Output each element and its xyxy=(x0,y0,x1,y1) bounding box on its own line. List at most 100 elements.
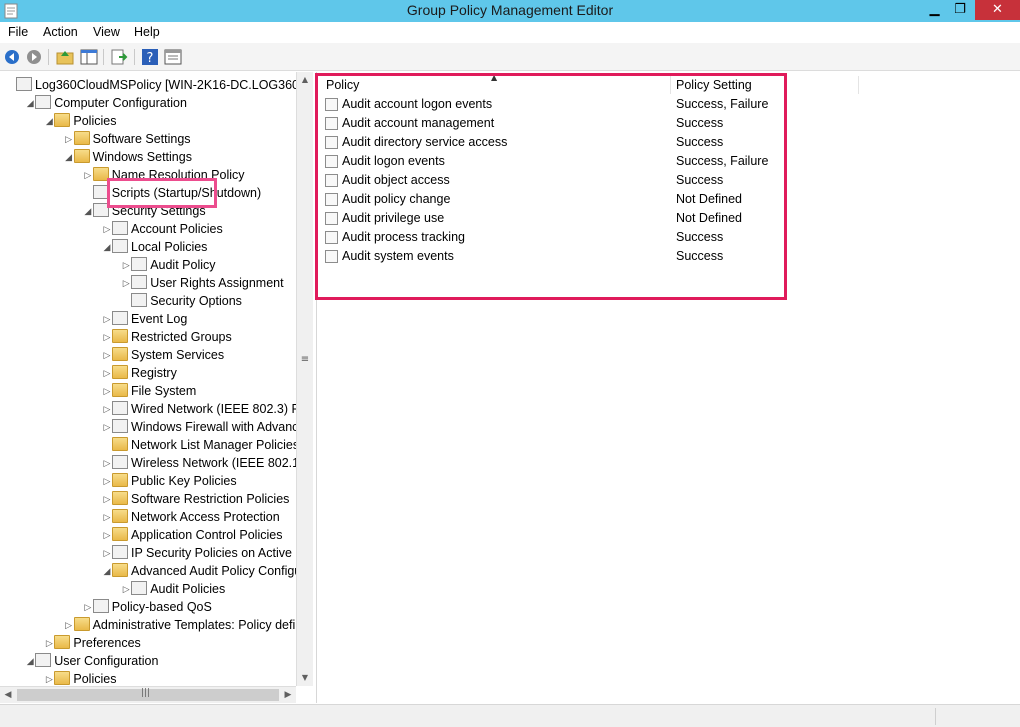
collapse-arrow-icon[interactable]: ◢ xyxy=(64,148,74,166)
back-icon[interactable] xyxy=(3,48,21,66)
tree-node[interactable]: ▷ User Rights Assignment xyxy=(121,274,284,292)
tree-node[interactable]: ▷ Software Restriction Policies xyxy=(102,490,289,508)
expand-arrow-icon[interactable]: ▷ xyxy=(121,580,131,598)
tree-node[interactable]: Log360CloudMSPolicy [WIN-2K16-DC.LOG360C… xyxy=(6,76,296,94)
scroll-left-arrow-icon[interactable]: ◀ xyxy=(0,687,16,703)
folder-icon xyxy=(73,149,90,163)
tree-node[interactable]: ▷ File System xyxy=(102,382,196,400)
expand-arrow-icon[interactable]: ▷ xyxy=(102,454,112,472)
expand-arrow-icon[interactable]: ▷ xyxy=(121,274,131,292)
tree-node[interactable]: ▷ System Services xyxy=(102,346,224,364)
tree-horizontal-scrollbar[interactable]: ◀ ||| ▶ xyxy=(0,686,296,703)
expand-arrow-icon[interactable]: ▷ xyxy=(102,328,112,346)
title-bar[interactable]: Group Policy Management Editor ▁ ❐ ✕ xyxy=(0,0,1020,22)
splitter-grip-icon[interactable]: ≡ xyxy=(300,355,310,365)
tree-node-label: Restricted Groups xyxy=(131,330,232,344)
tree-node[interactable]: ▷ Event Log xyxy=(102,310,187,328)
tree-node[interactable]: ▷ Policies xyxy=(44,670,116,686)
expand-arrow-icon[interactable]: ▷ xyxy=(102,382,112,400)
folder-lock-icon xyxy=(112,347,128,361)
collapse-arrow-icon[interactable]: ◢ xyxy=(102,238,112,256)
expand-arrow-icon[interactable]: ▷ xyxy=(102,364,112,382)
menu-help[interactable]: Help xyxy=(134,25,160,39)
tree-node-label: Audit Policies xyxy=(150,582,226,596)
tree-node[interactable]: ◢ Local Policies xyxy=(102,238,207,256)
collapse-arrow-icon[interactable]: ◢ xyxy=(25,652,35,670)
expand-arrow-icon[interactable]: ▷ xyxy=(121,256,131,274)
scroll-up-arrow-icon[interactable]: ▲ xyxy=(297,72,313,88)
tree-node-label: Policy-based QoS xyxy=(111,600,212,614)
tree-node[interactable]: ▷ Preferences xyxy=(44,634,141,652)
expand-arrow-icon[interactable]: ▷ xyxy=(64,616,74,634)
tree-node-label: Software Restriction Policies xyxy=(131,492,290,506)
expand-arrow-icon[interactable]: ▷ xyxy=(102,346,112,364)
expand-arrow-icon[interactable]: ▷ xyxy=(102,418,112,436)
column-divider[interactable] xyxy=(858,76,859,94)
expand-arrow-icon[interactable]: ▷ xyxy=(64,130,74,148)
expand-arrow-icon[interactable]: ▷ xyxy=(44,670,54,686)
tree-node-label: Local Policies xyxy=(131,240,208,254)
expand-arrow-icon[interactable]: ▷ xyxy=(102,544,112,562)
expand-arrow-icon[interactable]: ▷ xyxy=(102,220,112,238)
tree-node[interactable]: ▷ Windows Firewall with Advanced xyxy=(102,418,296,436)
tree-node[interactable]: Security Options xyxy=(121,292,242,310)
tree-node[interactable]: ▷ Wired Network (IEEE 802.3) Policie xyxy=(102,400,296,418)
console-tree[interactable]: Log360CloudMSPolicy [WIN-2K16-DC.LOG360C… xyxy=(0,72,296,686)
close-button[interactable]: ✕ xyxy=(975,0,1020,20)
expand-arrow-icon[interactable]: ▷ xyxy=(102,490,112,508)
export-icon[interactable] xyxy=(110,48,128,66)
tree-node[interactable]: ▷ Audit Policies xyxy=(121,580,225,598)
menu-action[interactable]: Action xyxy=(43,25,78,39)
tree-node[interactable]: ▷ Restricted Groups xyxy=(102,328,232,346)
show-tree-icon[interactable] xyxy=(80,48,98,66)
tree-node-label: Policies xyxy=(73,672,117,686)
horizontal-scroll-thumb[interactable]: ||| xyxy=(17,688,279,701)
tree-node[interactable]: Network List Manager Policies xyxy=(102,436,296,454)
tree-node[interactable]: ◢ Computer Configuration xyxy=(25,94,187,112)
properties-icon[interactable] xyxy=(164,48,182,66)
menu-view[interactable]: View xyxy=(93,25,120,39)
menu-file[interactable]: File xyxy=(8,25,28,39)
tree-node[interactable]: ▷ Public Key Policies xyxy=(102,472,237,490)
tree-node[interactable]: ◢ Advanced Audit Policy Configura xyxy=(102,562,296,580)
tree-node[interactable]: ▷ Registry xyxy=(102,364,177,382)
menu-bar: File Action View Help xyxy=(0,22,1020,43)
expand-arrow-icon[interactable]: ▷ xyxy=(102,400,112,418)
collapse-arrow-icon[interactable]: ◢ xyxy=(102,562,112,580)
folder-lock-icon xyxy=(112,329,128,343)
expand-arrow-icon[interactable]: ▷ xyxy=(102,526,112,544)
tree-node[interactable]: ▷ Administrative Templates: Policy defini… xyxy=(64,616,296,634)
tree-node[interactable]: ◢ User Configuration xyxy=(25,652,158,670)
minimize-button[interactable]: ▁ xyxy=(922,0,947,20)
collapse-arrow-icon[interactable]: ◢ xyxy=(44,112,54,130)
folder-icon xyxy=(73,131,90,145)
tree-vertical-scrollbar[interactable]: ▲ ≡ ▼ xyxy=(296,72,313,686)
collapse-arrow-icon[interactable]: ◢ xyxy=(83,202,93,220)
expand-arrow-icon[interactable]: ▷ xyxy=(44,634,54,652)
tree-node-label: System Services xyxy=(131,348,225,362)
expand-arrow-icon[interactable]: ▷ xyxy=(83,598,93,616)
tree-node[interactable]: ▷ Application Control Policies xyxy=(102,526,282,544)
expand-arrow-icon[interactable]: ▷ xyxy=(102,310,112,328)
collapse-arrow-icon[interactable]: ◢ xyxy=(25,94,35,112)
scroll-right-arrow-icon[interactable]: ▶ xyxy=(280,687,296,703)
help-icon[interactable]: ? xyxy=(141,48,159,66)
scroll-down-arrow-icon[interactable]: ▼ xyxy=(297,670,313,686)
expand-arrow-icon[interactable]: ▷ xyxy=(83,166,93,184)
gpo-icon xyxy=(16,77,32,91)
tree-node[interactable]: ▷ IP Security Policies on Active Dire xyxy=(102,544,296,562)
tree-node[interactable]: ◢ Windows Settings xyxy=(64,148,192,166)
expand-arrow-icon[interactable]: ▷ xyxy=(102,508,112,526)
tree-node[interactable]: ▷ Account Policies xyxy=(102,220,223,238)
up-folder-icon[interactable] xyxy=(56,48,74,66)
tree-node[interactable]: ◢ Policies xyxy=(44,112,116,130)
tree-node[interactable]: ▷ Software Settings xyxy=(64,130,191,148)
maximize-button[interactable]: ❐ xyxy=(947,0,973,20)
tree-node[interactable]: ▷ Policy-based QoS xyxy=(83,598,212,616)
expand-arrow-icon[interactable]: ▷ xyxy=(102,472,112,490)
forward-icon[interactable] xyxy=(25,48,43,66)
tree-node-label: Wireless Network (IEEE 802.11) Po xyxy=(131,456,296,470)
tree-node[interactable]: ▷ Network Access Protection xyxy=(102,508,280,526)
tree-node[interactable]: ▷ Audit Policy xyxy=(121,256,216,274)
tree-node[interactable]: ▷ Wireless Network (IEEE 802.11) Po xyxy=(102,454,296,472)
